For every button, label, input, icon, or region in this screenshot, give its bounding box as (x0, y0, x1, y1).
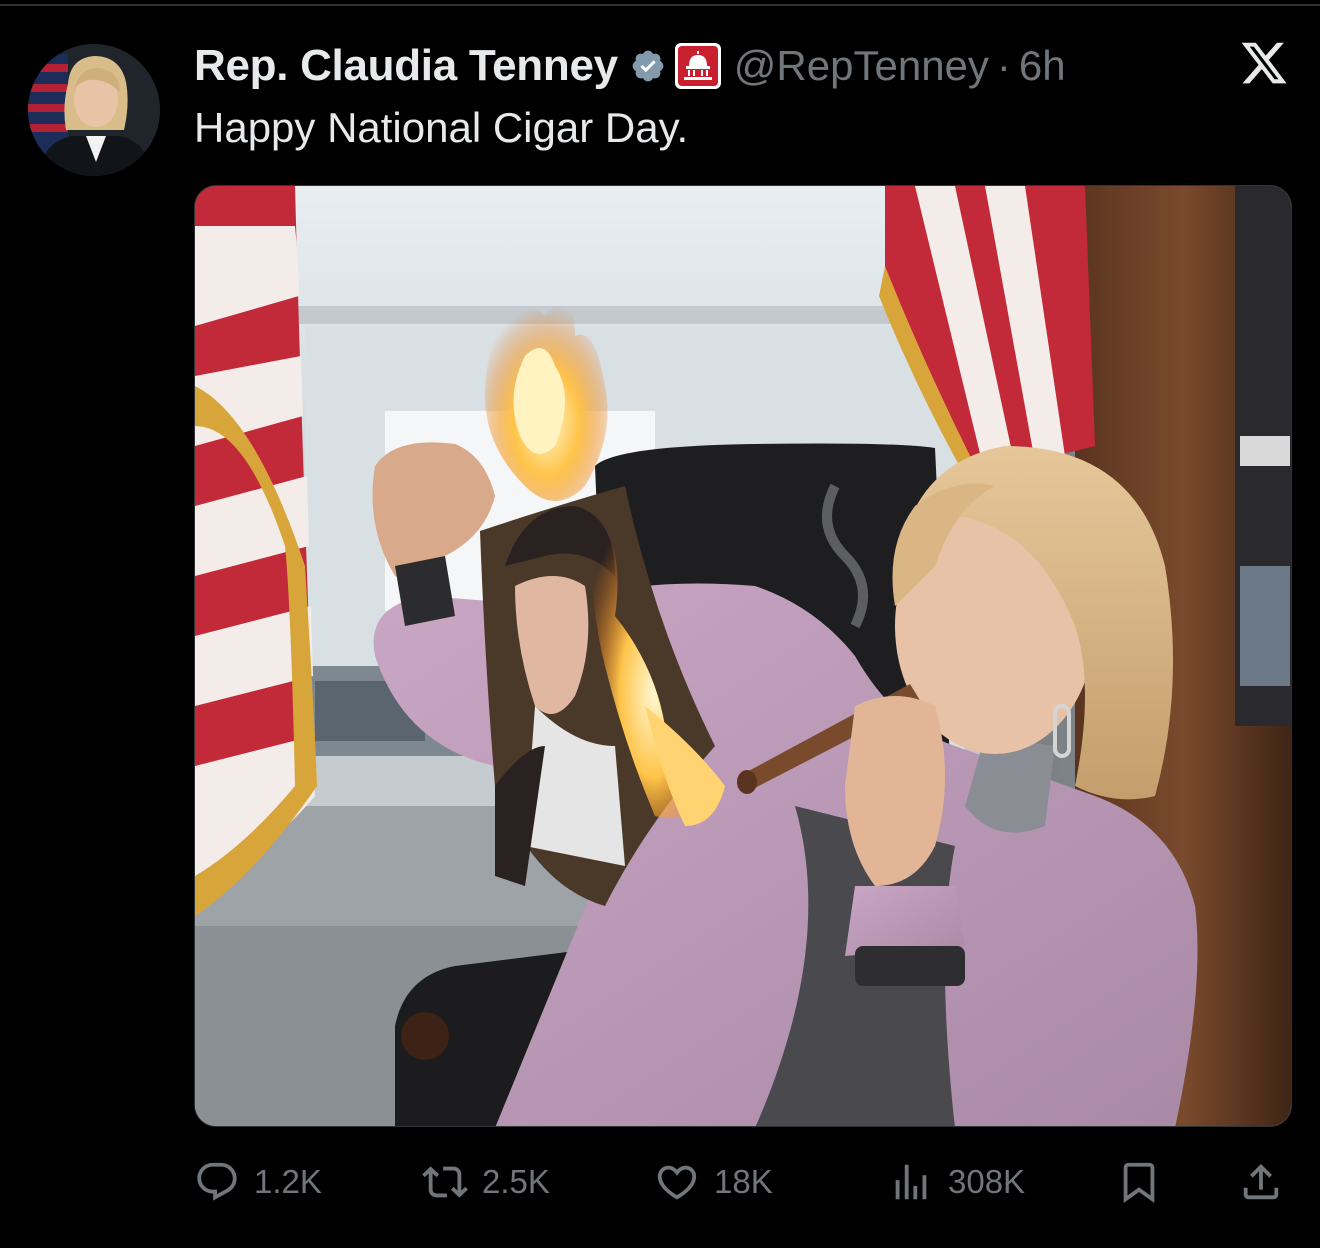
verified-badge-icon[interactable] (630, 48, 666, 84)
display-name[interactable]: Rep. Claudia Tenney (194, 41, 618, 91)
views-count: 308K (948, 1163, 1026, 1200)
views-button[interactable]: 308K (888, 1152, 1025, 1212)
action-bar: 1.2K 2.5K 18K 308K (194, 1152, 1292, 1212)
like-button[interactable]: 18K (654, 1152, 773, 1212)
timestamp[interactable]: 6h (1019, 42, 1066, 90)
retweet-count: 2.5K (482, 1163, 550, 1200)
x-logo-icon[interactable] (1238, 38, 1290, 88)
retweet-icon (422, 1159, 468, 1205)
reply-button[interactable]: 1.2K (194, 1152, 322, 1212)
tweet-text: Happy National Cigar Day. (194, 104, 689, 151)
tweet-card[interactable]: Rep. Claudia Tenney @RepTenney · 6h Happ… (0, 0, 1320, 1248)
avatar-image (28, 44, 160, 176)
bookmark-icon (1116, 1159, 1162, 1205)
share-icon (1238, 1159, 1284, 1205)
heart-icon (654, 1159, 700, 1205)
flag-background (28, 54, 68, 154)
us-flag-left (195, 186, 317, 916)
photo-image (195, 186, 1291, 1126)
share-button[interactable] (1238, 1152, 1284, 1212)
like-count: 18K (714, 1163, 773, 1200)
handle[interactable]: @RepTenney (734, 42, 989, 90)
views-chart-icon (888, 1159, 934, 1205)
bookmark-button[interactable] (1116, 1152, 1162, 1212)
avatar[interactable] (28, 44, 160, 176)
divider (0, 4, 1320, 6)
time-separator: · (996, 42, 1011, 89)
tweet-header: Rep. Claudia Tenney @RepTenney · 6h (194, 36, 1066, 96)
tweet-photo[interactable] (194, 185, 1292, 1127)
reply-icon (194, 1159, 240, 1205)
house-gop-capitol-icon[interactable] (674, 42, 722, 90)
reply-count: 1.2K (254, 1163, 322, 1200)
retweet-button[interactable]: 2.5K (422, 1152, 550, 1212)
